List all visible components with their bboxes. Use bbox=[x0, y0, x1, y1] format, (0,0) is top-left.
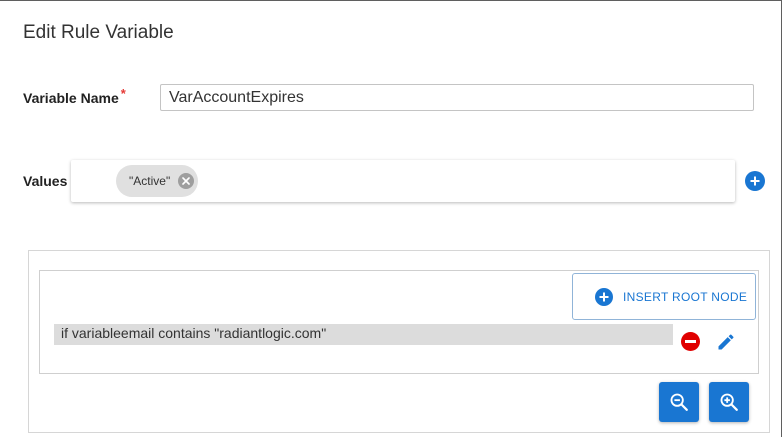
rule-node[interactable]: if variableemail contains "radiantlogic.… bbox=[54, 324, 673, 345]
variable-name-label-text: Variable Name bbox=[23, 90, 119, 106]
minus-circle-icon bbox=[685, 339, 696, 343]
values-label: Values bbox=[23, 173, 68, 189]
zoom-out-button[interactable] bbox=[659, 382, 699, 422]
required-asterisk: * bbox=[120, 86, 126, 101]
insert-root-node-button[interactable]: INSERT ROOT NODE bbox=[572, 273, 756, 320]
edit-node-button[interactable] bbox=[716, 332, 736, 352]
add-value-button[interactable] bbox=[745, 171, 765, 191]
edit-rule-variable-dialog: Edit Rule Variable Variable Name* Values… bbox=[0, 0, 782, 437]
plus-circle-icon bbox=[750, 176, 760, 186]
zoom-in-icon bbox=[720, 393, 738, 411]
close-circle-icon[interactable] bbox=[178, 173, 195, 189]
dialog-title: Edit Rule Variable bbox=[23, 22, 174, 43]
values-chip-input[interactable]: "Active" bbox=[71, 160, 735, 202]
remove-node-button[interactable] bbox=[681, 332, 700, 351]
pencil-icon bbox=[718, 334, 734, 350]
plus-circle-icon bbox=[595, 287, 613, 306]
variable-name-label: Variable Name * bbox=[23, 86, 126, 106]
value-chip: "Active" bbox=[116, 165, 199, 197]
value-chip-label: "Active" bbox=[129, 174, 171, 188]
zoom-in-button[interactable] bbox=[709, 382, 749, 422]
variable-name-input[interactable] bbox=[160, 84, 754, 111]
zoom-out-icon bbox=[670, 393, 688, 411]
insert-root-node-label: INSERT ROOT NODE bbox=[623, 289, 748, 304]
